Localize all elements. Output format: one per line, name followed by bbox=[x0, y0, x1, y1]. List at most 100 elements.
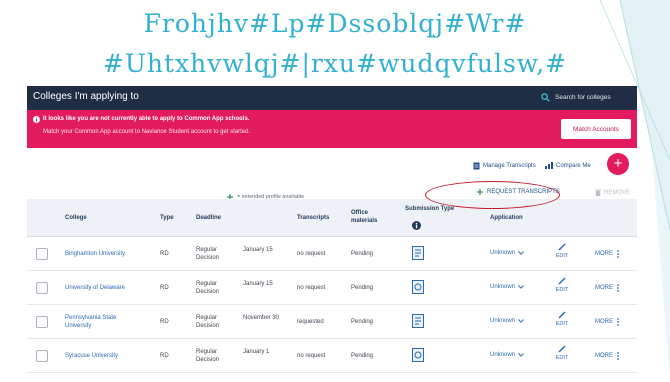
chevron-down-icon bbox=[518, 319, 524, 323]
transcripts-cell: no request bbox=[297, 353, 326, 359]
transcripts-cell: no request bbox=[297, 251, 326, 257]
search-icon bbox=[541, 93, 550, 102]
manage-transcripts-label: Manage Transcripts bbox=[483, 163, 536, 169]
more-vertical-icon bbox=[617, 352, 619, 360]
column-header-office-materials: Office materials bbox=[351, 210, 378, 224]
application-status-dropdown[interactable]: Unknown bbox=[490, 352, 524, 358]
slide-title: Frohjhv#Lp#Dssoblqj#Wr# #Uhtxhvwlqj#|rxu… bbox=[40, 4, 630, 90]
application-status-dropdown[interactable]: Unknown bbox=[490, 250, 524, 256]
office-materials-cell: Pending bbox=[351, 251, 374, 257]
office-materials-cell: Pending bbox=[351, 353, 374, 359]
column-header-deadline: Deadline bbox=[196, 215, 222, 221]
more-menu[interactable]: MORE bbox=[595, 352, 619, 360]
remove-button[interactable]: REMOVE bbox=[595, 189, 630, 196]
deadline-date-cell: January 15 bbox=[243, 281, 273, 287]
type-cell: RD bbox=[160, 353, 169, 359]
document-icon bbox=[473, 162, 480, 170]
college-name-link[interactable]: Syracuse University bbox=[65, 352, 118, 360]
slide-title-line-1: Frohjhv#Lp#Dssoblqj#Wr# bbox=[143, 9, 527, 38]
application-status-value: Unknown bbox=[490, 352, 516, 358]
edit-button[interactable]: EDIT bbox=[552, 277, 572, 293]
plus-icon: + bbox=[613, 155, 623, 172]
pencil-icon bbox=[558, 311, 566, 319]
info-icon[interactable] bbox=[412, 221, 421, 230]
type-cell: RD bbox=[160, 319, 169, 325]
remove-label: REMOVE bbox=[604, 189, 631, 196]
table-row: Pennsylvania State University RD Regular… bbox=[27, 305, 637, 339]
column-header-application: Application bbox=[490, 215, 523, 221]
application-status-value: Unknown bbox=[490, 284, 516, 290]
slide: Frohjhv#Lp#Dssoblqj#Wr# #Uhtxhvwlqj#|rxu… bbox=[0, 0, 670, 382]
transcripts-cell: requested bbox=[297, 319, 324, 325]
more-menu[interactable]: MORE bbox=[595, 318, 619, 326]
pencil-icon bbox=[558, 243, 566, 251]
add-college-button[interactable]: + bbox=[607, 153, 629, 175]
pencil-icon bbox=[558, 277, 566, 285]
manage-transcripts-link[interactable]: Manage Transcripts bbox=[473, 162, 536, 170]
more-vertical-icon bbox=[617, 318, 619, 326]
row-checkbox[interactable] bbox=[36, 350, 48, 362]
match-accounts-button[interactable]: Match Accounts bbox=[561, 119, 631, 139]
more-label: MORE bbox=[595, 319, 613, 325]
more-label: MORE bbox=[595, 285, 613, 291]
edit-label: EDIT bbox=[555, 321, 569, 327]
college-name-link[interactable]: University of Delaware bbox=[65, 284, 125, 292]
deadline-date-cell: January 1 bbox=[243, 349, 270, 355]
alert-banner: It looks like you are not currently able… bbox=[27, 110, 637, 148]
app-header: Colleges I'm applying to Search for coll… bbox=[27, 86, 637, 110]
compare-me-label: Compare Me bbox=[556, 162, 591, 169]
application-status-dropdown[interactable]: Unknown bbox=[490, 318, 524, 324]
chevron-down-icon bbox=[518, 251, 524, 255]
edit-button[interactable]: EDIT bbox=[552, 345, 572, 361]
row-checkbox[interactable] bbox=[36, 316, 48, 328]
college-name-link[interactable]: Binghamton University bbox=[65, 250, 125, 258]
alert-submessage: Match your Common App account to Navianc… bbox=[43, 129, 251, 135]
more-label: MORE bbox=[595, 251, 613, 257]
more-menu[interactable]: MORE bbox=[595, 250, 619, 258]
info-icon bbox=[33, 116, 40, 123]
college-name-link[interactable]: Pennsylvania State University bbox=[65, 314, 135, 330]
more-vertical-icon bbox=[617, 250, 619, 258]
document-icon[interactable] bbox=[412, 314, 424, 328]
compare-me-link[interactable]: Compare Me bbox=[545, 162, 591, 169]
application-status-value: Unknown bbox=[490, 250, 516, 256]
trash-icon bbox=[595, 189, 601, 196]
deadline-type-cell: Regular Decision bbox=[196, 349, 220, 363]
page-title: Colleges I'm applying to bbox=[33, 91, 139, 102]
deadline-type-cell: Regular Decision bbox=[196, 247, 220, 261]
alert-message: It looks like you are not currently able… bbox=[43, 116, 250, 122]
edit-label: EDIT bbox=[555, 287, 569, 293]
more-label: MORE bbox=[595, 353, 613, 359]
edit-label: EDIT bbox=[555, 253, 569, 259]
document-icon[interactable] bbox=[412, 246, 424, 260]
naviance-screenshot: Colleges I'm applying to Search for coll… bbox=[27, 86, 637, 382]
type-cell: RD bbox=[160, 251, 169, 257]
column-header-college: College bbox=[65, 215, 87, 221]
edit-button[interactable]: EDIT bbox=[552, 243, 572, 259]
slide-title-line-2: #Uhtxhvwlqj#|rxu#wudqvfulsw,# bbox=[102, 49, 568, 78]
document-icon[interactable] bbox=[412, 280, 424, 294]
row-checkbox[interactable] bbox=[36, 248, 48, 260]
row-checkbox[interactable] bbox=[36, 282, 48, 294]
application-status-value: Unknown bbox=[490, 318, 516, 324]
deadline-type-cell: Regular Decision bbox=[196, 315, 220, 329]
bar-chart-icon bbox=[545, 162, 553, 169]
application-status-dropdown[interactable]: Unknown bbox=[490, 284, 524, 290]
chevron-down-icon bbox=[518, 353, 524, 357]
search-colleges-link[interactable]: Search for colleges bbox=[541, 89, 631, 106]
deadline-date-cell: January 15 bbox=[243, 247, 273, 253]
search-colleges-label: Search for colleges bbox=[555, 94, 611, 101]
more-menu[interactable]: MORE bbox=[595, 284, 619, 292]
pencil-icon bbox=[558, 345, 566, 353]
office-materials-cell: Pending bbox=[351, 285, 374, 291]
table-row: Syracuse University RD Regular Decision … bbox=[27, 339, 637, 373]
table-row: Binghamton University RD Regular Decisio… bbox=[27, 237, 637, 271]
chevron-down-icon bbox=[518, 285, 524, 289]
edit-label: EDIT bbox=[555, 355, 569, 361]
transcripts-cell: no request bbox=[297, 285, 326, 291]
table-header: College Type Deadline Transcripts Office… bbox=[27, 199, 637, 237]
document-icon[interactable] bbox=[412, 348, 424, 362]
edit-button[interactable]: EDIT bbox=[552, 311, 572, 327]
column-header-transcripts: Transcripts bbox=[297, 215, 330, 221]
more-vertical-icon bbox=[617, 284, 619, 292]
